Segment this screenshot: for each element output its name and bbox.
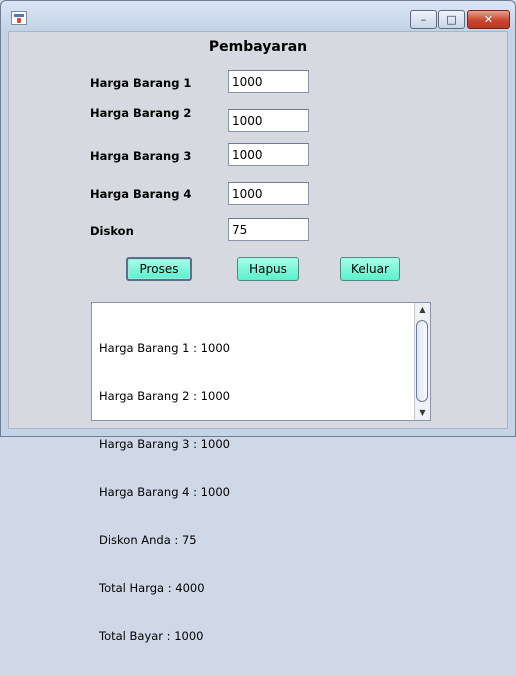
maximize-button[interactable]: □	[438, 10, 465, 29]
harga-barang-4-field[interactable]	[228, 182, 309, 205]
form-panel: Pembayaran Harga Barang 1 Harga Barang 2…	[8, 31, 508, 643]
scroll-down-arrow-icon[interactable]: ▼	[415, 406, 430, 420]
maximize-icon: □	[446, 13, 457, 26]
diskon-field[interactable]	[228, 218, 309, 241]
close-button[interactable]: ✕	[467, 10, 510, 29]
scrollbar-thumb[interactable]	[416, 320, 428, 402]
minimize-icon: –	[420, 13, 427, 26]
label-harga-barang-4: Harga Barang 4	[90, 187, 192, 201]
output-textarea[interactable]: Harga Barang 1 : 1000 Harga Barang 2 : 1…	[91, 302, 431, 643]
keluar-button[interactable]: Keluar	[340, 257, 400, 281]
scroll-up-arrow-icon[interactable]: ▲	[415, 303, 430, 317]
output-line: Harga Barang 2 : 1000	[99, 389, 230, 403]
output-line: Harga Barang 1 : 1000	[99, 341, 230, 355]
page-title: Pembayaran	[208, 39, 308, 55]
close-icon: ✕	[483, 13, 494, 26]
output-line: Harga Barang 3 : 1000	[99, 437, 230, 451]
output-line: Total Harga : 4000	[99, 581, 205, 595]
app-window: – □ ✕ Pembayaran Harga Barang 1 Harga Ba…	[0, 0, 516, 643]
hapus-button[interactable]: Hapus	[237, 257, 299, 281]
output-line: Diskon Anda : 75	[99, 533, 197, 547]
vertical-scrollbar[interactable]: ▲ ▼	[414, 303, 430, 420]
title-bar[interactable]: – □ ✕	[1, 1, 515, 31]
label-harga-barang-1: Harga Barang 1	[90, 76, 192, 90]
label-harga-barang-2: Harga Barang 2	[90, 106, 192, 120]
output-line: Harga Barang 4 : 1000	[99, 485, 230, 499]
harga-barang-2-field[interactable]	[228, 109, 309, 132]
label-diskon: Diskon	[90, 224, 134, 238]
harga-barang-1-field[interactable]	[228, 70, 309, 93]
output-lines: Harga Barang 1 : 1000 Harga Barang 2 : 1…	[99, 308, 230, 676]
proses-button[interactable]: Proses	[126, 257, 192, 281]
label-harga-barang-3: Harga Barang 3	[90, 149, 192, 163]
harga-barang-3-field[interactable]	[228, 143, 309, 166]
output-line: Total Bayar : 1000	[99, 629, 204, 643]
java-cup-icon	[11, 11, 27, 25]
minimize-button[interactable]: –	[410, 10, 437, 29]
